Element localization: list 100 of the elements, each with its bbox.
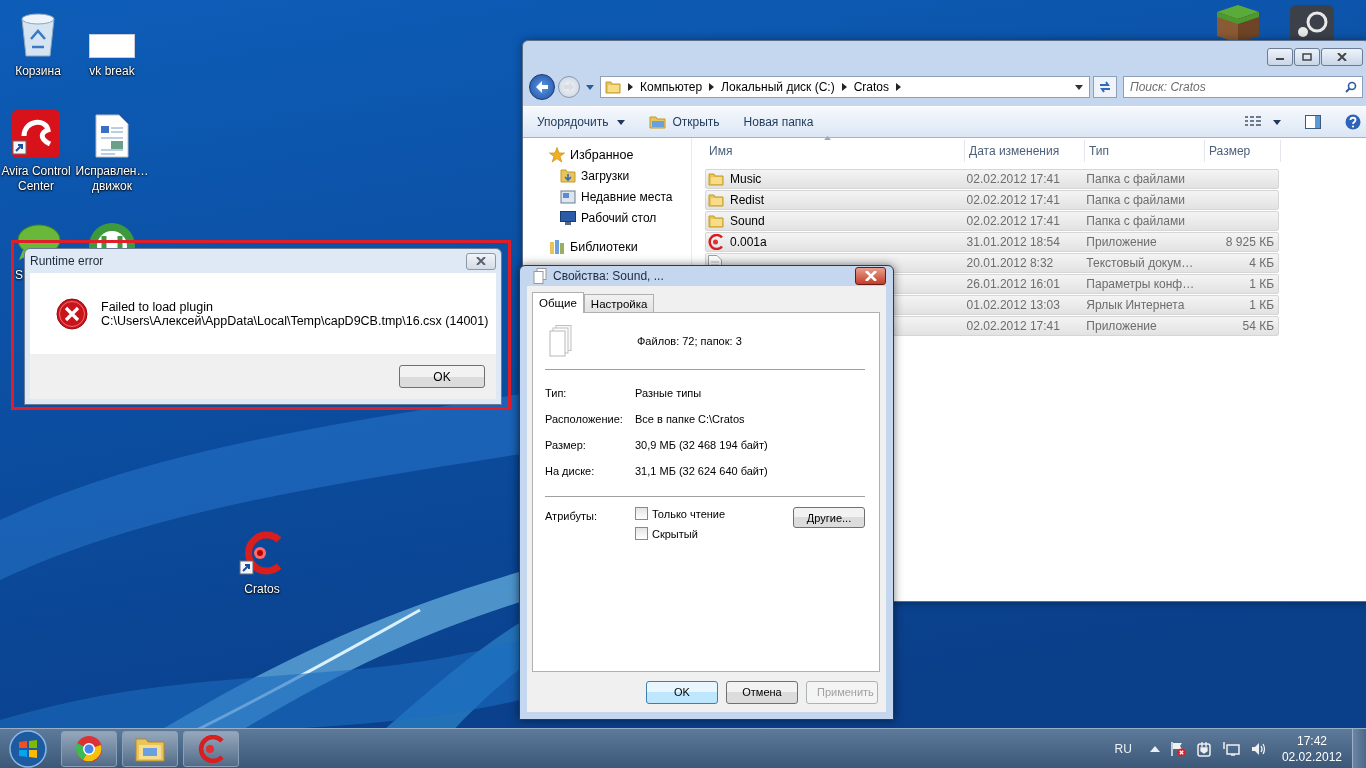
chevron-icon[interactable] — [841, 83, 847, 91]
table-cell-text: 01.02.2012 13:03 — [965, 298, 1061, 312]
column-header[interactable]: Тип — [1085, 140, 1205, 162]
field-label: Размер: — [545, 439, 587, 451]
ok-button[interactable]: OK — [399, 365, 485, 388]
table-cell-text: 54 КБ — [1241, 319, 1275, 333]
table-cell-text: Параметры конф… — [1085, 277, 1196, 291]
tab[interactable]: Общие — [532, 292, 584, 313]
close-button[interactable] — [855, 267, 886, 285]
flag-icon[interactable] — [1169, 740, 1186, 757]
chevron-icon[interactable] — [628, 83, 633, 91]
preview-pane-button[interactable] — [1305, 115, 1321, 129]
summary-text: Файлов: 72; папок: 3 — [637, 335, 742, 347]
up-arrow-icon[interactable] — [1149, 745, 1160, 752]
dialog-button[interactable]: Отмена — [726, 680, 798, 704]
column-header[interactable]: Размер — [1205, 140, 1281, 162]
address-bar[interactable]: Компьютер Локальный диск (C:) Cratos — [600, 76, 1090, 98]
dialog-button[interactable]: OK — [646, 680, 718, 704]
column-header[interactable]: Дата изменения — [965, 140, 1085, 162]
message-text: Failed to load plugin — [101, 299, 214, 314]
table-cell-text: Текстовый докум… — [1085, 256, 1195, 270]
taskbar-button[interactable] — [122, 730, 178, 767]
clock-time[interactable]: 17:42 — [1296, 732, 1327, 749]
icon-label[interactable]: vk break — [89, 64, 135, 79]
nav-item[interactable]: Загрузки — [523, 165, 691, 186]
help-icon — [1345, 114, 1361, 130]
maximize-button[interactable] — [1294, 48, 1320, 66]
checkbox[interactable] — [635, 507, 648, 520]
table-cell-text: 20.01.2012 8:32 — [965, 256, 1055, 270]
dialog-title: Свойства: Sound, ... — [553, 269, 665, 283]
dropdown-icon[interactable] — [1075, 84, 1083, 90]
nav-item[interactable]: Библиотеки — [523, 236, 691, 257]
nav-item[interactable]: Недавние места — [523, 186, 691, 207]
start-orb-icon — [8, 728, 48, 768]
preview-pane-icon — [1305, 115, 1321, 129]
file-row[interactable]: Sound 02.02.2012 17:41 Папка с файлами — [705, 211, 1279, 231]
close-button[interactable] — [1321, 48, 1363, 66]
nav-item[interactable]: Рабочий стол — [523, 207, 691, 228]
table-cell-text: Приложение — [1085, 319, 1158, 333]
icon-label[interactable]: Исправлен… движок — [74, 164, 150, 194]
help-button[interactable] — [1345, 114, 1361, 130]
clock-date[interactable]: 02.02.2012 — [1281, 748, 1342, 765]
close-button[interactable] — [466, 252, 496, 270]
minimize-button[interactable] — [1267, 48, 1293, 66]
nav-item[interactable]: Избранное — [523, 144, 691, 165]
round-browser-icon — [75, 734, 103, 763]
power-plug-icon[interactable] — [1195, 740, 1212, 757]
sort-arrow-icon — [824, 136, 831, 140]
more-button[interactable]: Другие... — [793, 507, 865, 528]
breadcrumb-link[interactable]: Компьютер — [640, 80, 703, 94]
folder-icon — [708, 214, 724, 228]
checkbox-label[interactable]: Только чтение — [652, 507, 726, 520]
field-value: 30,9 МБ (32 468 194 байт) — [635, 439, 768, 451]
table-cell-text: 1 КБ — [1248, 298, 1275, 312]
show-desktop-button[interactable] — [1352, 728, 1366, 768]
close-icon — [1337, 53, 1347, 61]
column-header[interactable]: Имя — [705, 140, 965, 162]
file-row[interactable]: Redist 02.02.2012 17:41 Папка с файлами — [705, 190, 1279, 210]
taskbar-button[interactable] — [61, 730, 117, 767]
icon-label[interactable]: Avira Control Center — [0, 164, 74, 194]
back-arrow-icon — [535, 81, 549, 93]
breadcrumb-link[interactable]: Cratos — [853, 80, 889, 94]
back-button[interactable] — [529, 74, 555, 100]
checkbox[interactable] — [635, 527, 648, 540]
toolbar-button[interactable]: Открыть — [649, 115, 720, 129]
table-cell-text: 8 925 КБ — [1224, 235, 1275, 249]
dropdown-icon — [617, 119, 626, 125]
forward-arrow-icon — [563, 82, 575, 92]
table-cell-text: 02.02.2012 17:41 — [965, 319, 1061, 333]
monitor-icon — [560, 209, 576, 226]
table-cell-text: Папка с файлами — [1085, 172, 1186, 186]
toolbar-button[interactable]: Новая папка — [743, 115, 814, 129]
toolbar-button[interactable]: Упорядочить — [537, 115, 626, 129]
search-field[interactable]: Поиск: Cratos — [1123, 76, 1363, 98]
breadcrumb-link[interactable]: Локальный диск (C:) — [721, 80, 835, 94]
file-row[interactable]: Music 02.02.2012 17:41 Папка с файлами — [705, 169, 1279, 189]
umbrella-logo-icon[interactable] — [12, 110, 60, 158]
icon-label[interactable]: S — [15, 268, 23, 283]
checkbox-label[interactable]: Скрытый — [652, 527, 698, 540]
file-row[interactable]: 0.001a 31.01.2012 18:54 Приложение 8 925 КБ — [705, 232, 1279, 252]
folder-icon — [708, 193, 724, 207]
icon-label[interactable]: Корзина — [15, 64, 61, 79]
field-label: Тип: — [545, 387, 568, 399]
folder-icon — [605, 80, 621, 94]
network-icon[interactable] — [1221, 740, 1240, 757]
table-cell-text: 4 КБ — [1248, 256, 1275, 270]
dialog-title: Runtime error — [30, 254, 105, 268]
field-value: 31,1 МБ (32 624 640 байт) — [635, 465, 768, 477]
refresh-icon — [1098, 81, 1112, 93]
document-icon[interactable] — [95, 114, 129, 158]
chevron-icon[interactable] — [896, 83, 901, 91]
tab[interactable]: Настройка — [583, 294, 655, 312]
chevron-icon[interactable] — [709, 83, 715, 91]
field-label: Расположение: — [545, 413, 624, 425]
refresh-button[interactable] — [1093, 76, 1117, 98]
table-cell-text: Папка с файлами — [1085, 193, 1186, 207]
view-options-button[interactable] — [1245, 116, 1281, 128]
language-indicator[interactable]: RU — [1114, 741, 1132, 756]
icon-label[interactable]: Cratos — [244, 582, 280, 597]
recycle-bin-icon[interactable] — [18, 12, 58, 58]
